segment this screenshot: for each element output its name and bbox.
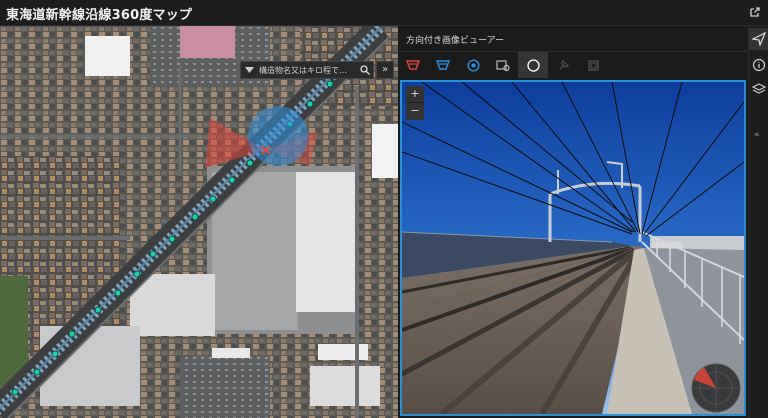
collapse-panel-button[interactable]: » [376,61,394,79]
map-search-bar [240,61,374,79]
image-location-icon[interactable] [488,52,518,78]
right-rail: « [748,26,768,418]
pin-disabled-icon [548,52,578,78]
open-external-icon[interactable] [748,5,762,19]
filter-dropdown-icon[interactable] [241,62,257,78]
viewer-header: 方向付き画像ビューアー [398,26,748,52]
title-bar: 東海道新幹線沿線360度マップ [0,0,768,26]
satellite-map[interactable] [0,26,398,418]
expand-rail-button[interactable]: « [754,130,760,140]
compass-radar-icon[interactable] [690,362,742,414]
zoom-controls: + − [406,86,424,120]
layers-icon[interactable] [752,82,766,96]
send-icon[interactable] [752,32,766,46]
app-root: 東海道新幹線沿線360度マップ 構造物名又はキロ程で… » 方向付き画像ビューア… [0,0,768,418]
app-title: 東海道新幹線沿線360度マップ [6,8,193,23]
camera-red-icon[interactable] [398,52,428,78]
zoom-in-button[interactable]: + [406,86,424,103]
layers-disabled-icon [578,52,608,78]
viewer-toolbar [398,52,748,78]
viewer-title: 方向付き画像ビューアー [406,36,505,46]
camera-blue-icon[interactable] [428,52,458,78]
zoom-out-button[interactable]: − [406,103,424,120]
search-icon[interactable] [357,62,373,78]
map-view[interactable]: » [0,26,398,418]
info-icon[interactable] [752,58,766,72]
globe-icon[interactable] [458,52,488,78]
image-viewer-panel: 方向付き画像ビューアー + − [398,26,748,418]
search-input[interactable] [257,62,357,78]
compass-tool-icon[interactable] [518,52,548,78]
